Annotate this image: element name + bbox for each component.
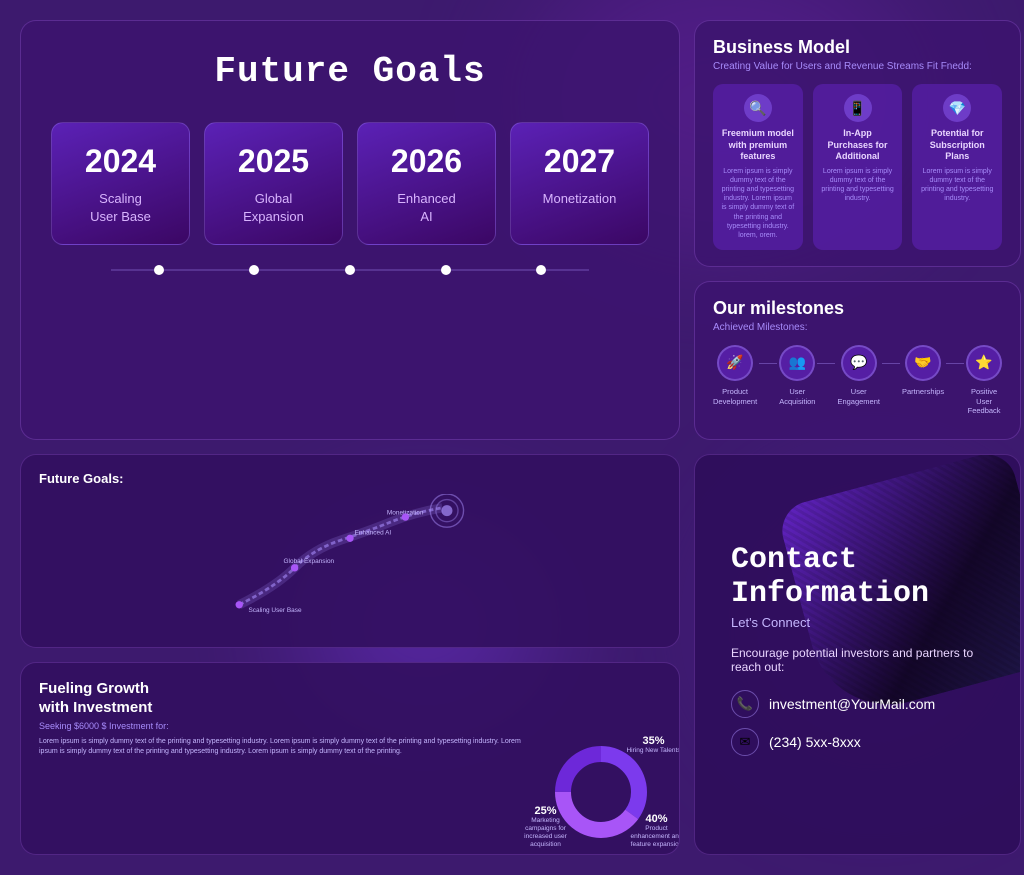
timeline-dot-5 <box>536 265 546 275</box>
year-2027: 2027 <box>527 143 632 180</box>
year-card-2026: 2026 EnhancedAI <box>357 122 496 245</box>
svg-text:Scaling User Base: Scaling User Base <box>248 607 301 614</box>
milestone-label-2: User Acquisition <box>779 387 815 407</box>
year-label-2026: EnhancedAI <box>397 191 456 224</box>
future-goals-panel: Future Goals 2024 ScalingUser Base 2025 … <box>20 20 680 440</box>
future-goals-mini-title: Future Goals: <box>39 471 661 486</box>
year-cards-row: 2024 ScalingUser Base 2025 GlobalExpansi… <box>51 122 649 245</box>
fueling-title: Fueling Growthwith Investment <box>39 679 661 718</box>
chart-pct-40: 40% Product enhancement and feature expa… <box>629 813 680 848</box>
donut-chart-container: 35% Hiring New Talents 25% Marketing cam… <box>546 737 656 847</box>
road-visual: Scaling User Base Global Expansion Enhan… <box>39 494 661 614</box>
contact-card: Contact Information Let's Connect Encour… <box>694 454 1021 855</box>
contact-encourage: Encourage potential investors and partne… <box>731 646 984 674</box>
future-goals-title: Future Goals <box>214 51 485 92</box>
milestone-circle-2: 👥 <box>779 345 815 381</box>
future-goals-mini-card: Future Goals: Scaling User Base Global E… <box>20 454 680 648</box>
bm-item-2: 📱 In-App Purchases for Additional Lorem … <box>813 84 903 250</box>
milestone-item-3: 💬 User Engagement <box>837 345 880 407</box>
bottom-left-stack: Future Goals: Scaling User Base Global E… <box>20 454 680 855</box>
bm-item-1: 🔍 Freemium model with premium features L… <box>713 84 803 250</box>
bm-title-2: In-App Purchases for Additional <box>821 128 895 163</box>
bm-icon-3: 💎 <box>943 94 971 122</box>
year-2025: 2025 <box>221 143 326 180</box>
year-card-2027: 2027 Monetization <box>510 122 649 245</box>
bm-text-3: Lorem ipsum is simply dummy text of the … <box>920 167 994 203</box>
milestone-label-1: Product Development <box>713 387 757 407</box>
timeline-dot-4 <box>441 265 451 275</box>
timeline-dot-3 <box>345 265 355 275</box>
business-model-card: Business Model Creating Value for Users … <box>694 20 1021 267</box>
phone-icon: 📞 <box>731 690 759 718</box>
year-label-2027: Monetization <box>543 191 617 206</box>
fueling-growth-card: Fueling Growthwith Investment Seeking $6… <box>20 662 680 856</box>
milestone-label-5: Positive User Feedback <box>966 387 1002 416</box>
svg-text:Enhanced AI: Enhanced AI <box>355 530 392 537</box>
svg-text:Global Expansion: Global Expansion <box>284 558 335 565</box>
milestone-item-1: 🚀 Product Development <box>713 345 757 407</box>
milestone-circle-1: 🚀 <box>717 345 753 381</box>
timeline-dot-2 <box>249 265 259 275</box>
milestone-connector-4 <box>946 363 964 364</box>
chart-pct-25: 25% Marketing campaigns for increased us… <box>518 805 573 848</box>
milestone-circle-3: 💬 <box>841 345 877 381</box>
fueling-text-col: Lorem ipsum is simply dummy text of the … <box>39 737 531 762</box>
milestones-row: 🚀 Product Development 👥 User Acquisition… <box>713 345 1002 416</box>
milestone-item-2: 👥 User Acquisition <box>779 345 815 407</box>
top-right-stack: Business Model Creating Value for Users … <box>694 20 1021 440</box>
email-icon: ✉ <box>731 728 759 756</box>
contact-phone-item: ✉ (234) 5xx-8xxx <box>731 728 984 756</box>
contact-phone: (234) 5xx-8xxx <box>769 734 861 750</box>
fueling-chart-col: 35% Hiring New Talents 25% Marketing cam… <box>541 737 661 847</box>
year-card-2024: 2024 ScalingUser Base <box>51 122 190 245</box>
milestones-card: Our milestones Achieved Milestones: 🚀 Pr… <box>694 281 1021 440</box>
chart-pct-35: 35% Hiring New Talents <box>626 735 680 755</box>
year-label-2024: ScalingUser Base <box>90 191 151 224</box>
milestones-subtitle: Achieved Milestones: <box>713 322 1002 333</box>
year-2026: 2026 <box>374 143 479 180</box>
milestone-circle-5: ⭐ <box>966 345 1002 381</box>
bm-item-3: 💎 Potential for Subscription Plans Lorem… <box>912 84 1002 250</box>
bm-text-1: Lorem ipsum is simply dummy text of the … <box>721 167 795 240</box>
fueling-body: Lorem ipsum is simply dummy text of the … <box>39 737 661 847</box>
milestones-title: Our milestones <box>713 298 1002 319</box>
year-label-2025: GlobalExpansion <box>243 191 304 224</box>
road-svg: Scaling User Base Global Expansion Enhan… <box>39 494 661 614</box>
business-model-title: Business Model <box>713 37 1002 58</box>
contact-lets-connect: Let's Connect <box>731 615 984 630</box>
bm-icon-2: 📱 <box>844 94 872 122</box>
milestone-connector-2 <box>817 363 835 364</box>
milestone-connector-1 <box>759 363 777 364</box>
fueling-subtitle: Seeking $6000 $ Investment for: <box>39 721 661 731</box>
timeline-dot-1 <box>154 265 164 275</box>
bm-icon-1: 🔍 <box>744 94 772 122</box>
fueling-para-1: Lorem ipsum is simply dummy text of the … <box>39 737 531 758</box>
milestone-item-4: 🤝 Partnerships <box>902 345 944 397</box>
milestone-circle-4: 🤝 <box>905 345 941 381</box>
year-card-2025: 2025 GlobalExpansion <box>204 122 343 245</box>
milestone-item-5: ⭐ Positive User Feedback <box>966 345 1002 416</box>
milestone-label-4: Partnerships <box>902 387 944 397</box>
milestone-connector-3 <box>882 363 900 364</box>
year-2024: 2024 <box>68 143 173 180</box>
contact-title: Contact Information <box>731 543 984 611</box>
bm-text-2: Lorem ipsum is simply dummy text of the … <box>821 167 895 203</box>
contact-email-item: 📞 investment@YourMail.com <box>731 690 984 718</box>
milestone-label-3: User Engagement <box>837 387 880 407</box>
bm-title-1: Freemium model with premium features <box>721 128 795 163</box>
business-model-subtitle: Creating Value for Users and Revenue Str… <box>713 61 1002 72</box>
business-model-items: 🔍 Freemium model with premium features L… <box>713 84 1002 250</box>
timeline-dots <box>111 265 589 275</box>
bm-title-3: Potential for Subscription Plans <box>920 128 994 163</box>
contact-email: investment@YourMail.com <box>769 696 935 712</box>
